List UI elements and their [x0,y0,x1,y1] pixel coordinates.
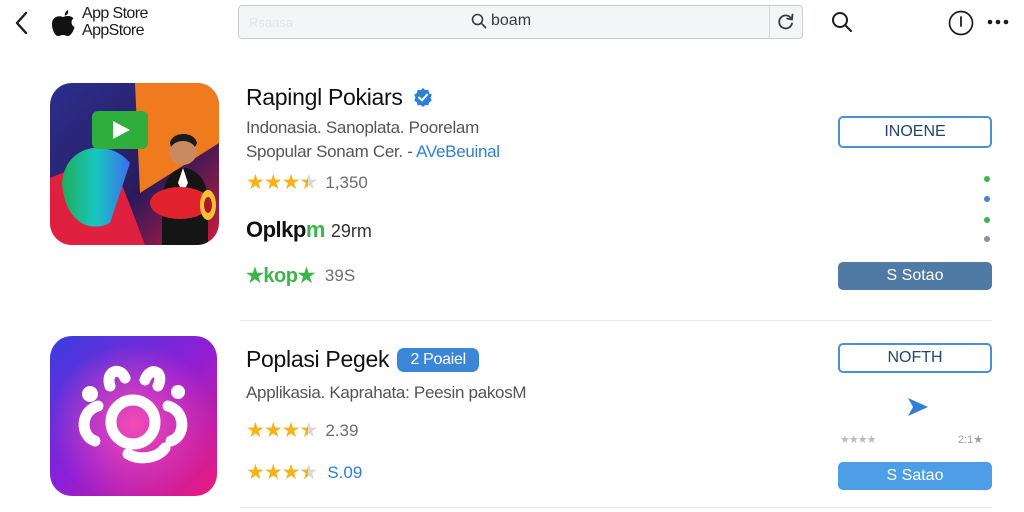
app-1-action-button[interactable]: S Sotao [838,262,992,290]
page-dot [984,196,990,202]
search-placeholder: Rsaasa [249,15,294,30]
info-icon[interactable] [948,10,974,36]
row-divider [240,320,992,321]
star-rating-icon: ★★★★★ [246,419,318,442]
app-1-title-row[interactable]: Rapingl Pokiars [246,84,433,111]
app-2-rating-2-count: S.09 [327,462,363,482]
app-1-price-label-text: Oplkp [246,217,306,242]
page-dot [984,217,990,223]
star-rating-icon: ★★★★★ [246,171,318,194]
verified-badge-icon [413,88,432,107]
app-1-price-label: Oplkpm [246,217,325,243]
app-2-get-button[interactable]: NOFTH [838,343,992,373]
app-2-rating-count: 2.39 [325,420,359,440]
back-chevron-icon[interactable] [10,8,34,38]
app-2-mini-rating-left: ★★★★ [840,434,876,446]
app-1-size: 29rm [330,221,372,241]
app-1-title[interactable]: Rapingl Pokiars [246,84,403,110]
search-icon[interactable] [830,10,854,34]
app-2-badge: 2 Poaiel [397,347,480,372]
page-dots [984,176,992,246]
brand-line-1: App Store [82,5,148,22]
app-1-secondary-rating-value: 39S [324,265,356,285]
search-icon [471,13,487,29]
app-1-rating-count: 1,350 [325,172,368,192]
play-triangle-icon[interactable] [902,393,932,423]
app-1-secondary-rating-label: ★kop★ [246,265,315,287]
brand-line-2: AppStore [82,22,145,39]
app-2-subtitle-1: Applikasia. Kaprahata: Peesin pakosM [246,383,527,402]
star-rating-icon: ★★★★★ [246,461,318,484]
apple-logo-icon [48,6,78,40]
app-1-subtitle-2: Spopular Sonam Cer. - AVeBeuinal [246,142,500,162]
search-bar[interactable]: Rsaasa boam [238,5,803,39]
search-query-group[interactable]: boam [471,12,531,30]
app-icon-2[interactable] [50,336,217,496]
app-1-secondary-rating: ★kop★ 39S [246,263,355,288]
app-2-title[interactable]: Poplasi Pegek [246,346,389,373]
app-2-rating: ★★★★★ 2.39 [246,418,358,443]
app-2-title-row[interactable]: Poplasi Pegek 2 Poaiel [246,346,480,373]
search-query: boam [491,12,532,29]
page-dot [984,176,990,182]
app-1-rating: ★★★★★ 1,350 [246,170,368,195]
app-2-action-button[interactable]: S Satao [838,462,992,490]
app-icon-1[interactable] [50,83,219,245]
app-2-rating-2: ★★★★★ S.09 [246,460,362,485]
app-1-price-row: Oplkpm 29rm [246,217,372,243]
page-dot [984,236,990,242]
refresh-icon [778,13,794,30]
top-bar: App Store AppStore Rsaasa boam [0,0,1024,48]
more-icon[interactable] [986,12,1010,32]
app-2-mini-rating-right: 2:1★ [958,434,984,446]
app-store-brand: App Store AppStore [82,5,148,39]
app-1-subtitle-1: Indonasia. Sanoplata. Poorelam [246,118,479,137]
refresh-button[interactable] [769,6,802,38]
app-1-subtitle-2-text: Spopular Sonam Cer. - [246,142,413,161]
app-1-developer-link[interactable]: AVeBeuinal [416,142,500,161]
app-1-price-suffix: m [305,217,326,242]
app-1-get-button[interactable]: INOENE [838,116,992,148]
row-divider [240,507,992,508]
